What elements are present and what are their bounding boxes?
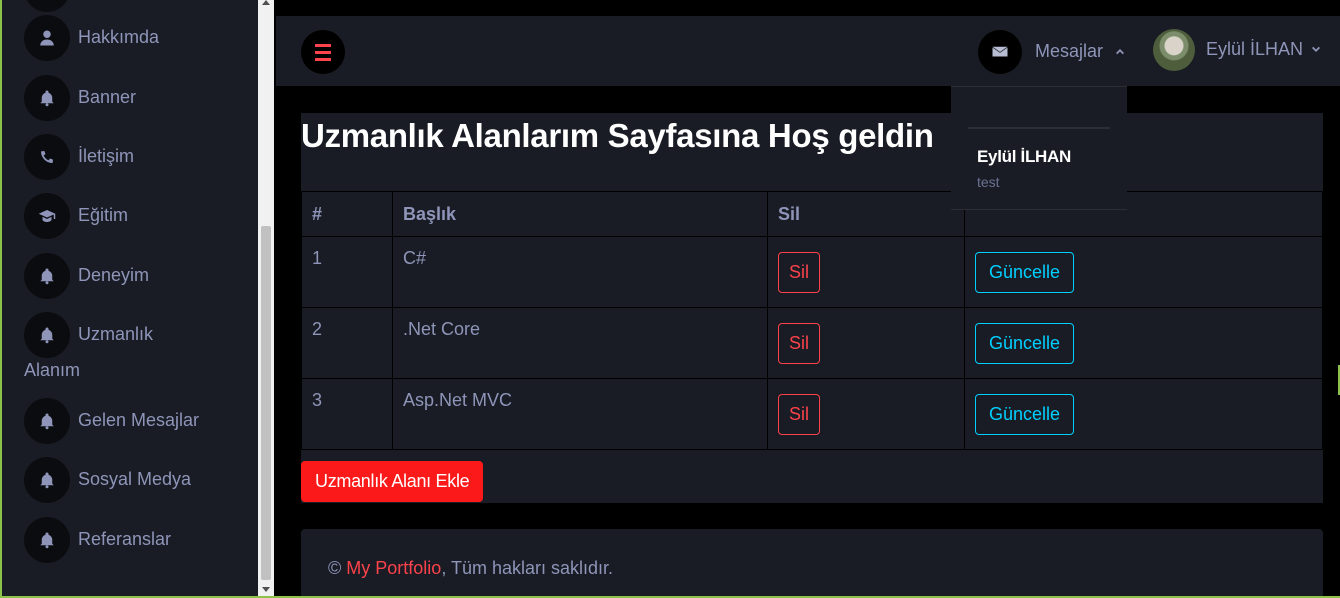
- user-menu-label[interactable]: Eylül İLHAN: [1206, 39, 1303, 60]
- chevron-up-icon[interactable]: [1114, 44, 1126, 62]
- user-icon: [24, 15, 70, 61]
- hamburger-icon: [315, 42, 331, 63]
- scroll-up-arrow-icon[interactable]: [262, 0, 270, 5]
- footer-brand-link[interactable]: My Portfolio: [346, 558, 441, 578]
- footer-text: © My Portfolio, Tüm hakları saklıdır.: [328, 558, 613, 579]
- message-preview: test: [977, 174, 1000, 190]
- bell-icon: [24, 75, 70, 121]
- sidebar-item-label-line2: Alanım: [24, 360, 81, 380]
- bell-icon: [24, 457, 70, 503]
- copyright-symbol: ©: [328, 558, 342, 578]
- messages-dropdown: Eylül İLHAN test: [951, 86, 1127, 210]
- column-header: #: [301, 191, 393, 237]
- update-button[interactable]: Güncelle: [975, 251, 1075, 293]
- scroll-down-arrow-icon[interactable]: [262, 587, 270, 592]
- update-button[interactable]: Güncelle: [975, 322, 1075, 364]
- sidebar: Hakkımda Banner İletişim Eğitim Deneyim …: [2, 0, 258, 596]
- add-expertise-button[interactable]: Uzmanlık Alanı Ekle: [301, 461, 484, 502]
- delete-button[interactable]: Sil: [778, 393, 821, 435]
- column-header: Sil: [767, 191, 965, 237]
- menu-icon-partial: [24, 0, 70, 12]
- bell-icon: [24, 398, 70, 444]
- update-cell: Güncelle: [964, 236, 1323, 308]
- table-row: 2 .Net Core Sil Güncelle: [301, 307, 1323, 379]
- table-row: 1 C# Sil Güncelle: [301, 236, 1323, 308]
- delete-cell: Sil: [767, 307, 965, 379]
- update-button[interactable]: Güncelle: [975, 393, 1075, 435]
- scroll-thumb[interactable]: [261, 226, 271, 580]
- sidebar-item-label: Referanslar: [78, 529, 172, 549]
- footer-rights: , Tüm hakları saklıdır.: [441, 558, 614, 578]
- bell-icon: [24, 312, 70, 358]
- row-title: Asp.Net MVC: [392, 378, 768, 450]
- bell-icon: [24, 517, 70, 563]
- column-header: Başlık: [392, 191, 768, 237]
- graduation-cap-icon: [24, 193, 70, 239]
- row-id: 2: [301, 307, 393, 379]
- content-card: Uzmanlık Alanlarım Sayfasına Hoş geldin …: [301, 113, 1323, 503]
- row-id: 3: [301, 378, 393, 450]
- delete-button[interactable]: Sil: [778, 322, 821, 364]
- sidebar-item-label: Deneyim: [78, 265, 150, 285]
- dropdown-divider: [968, 127, 1110, 129]
- bell-icon: [24, 253, 70, 299]
- sidebar-item-label: Banner: [78, 87, 137, 107]
- sidebar-item-label: Uzmanlık: [78, 324, 154, 344]
- sidebar-item-label: Hakkımda: [78, 27, 160, 47]
- sidebar-item-label: Gelen Mesajlar: [78, 410, 200, 430]
- table-header-row: # Başlık Sil: [301, 191, 1323, 237]
- footer: © My Portfolio, Tüm hakları saklıdır.: [301, 529, 1323, 598]
- row-title: .Net Core: [392, 307, 768, 379]
- expertise-table: # Başlık Sil 1 C# Sil Güncelle 2 .Net Co…: [301, 191, 1323, 450]
- sidebar-item-label: Eğitim: [78, 205, 129, 225]
- delete-button[interactable]: Sil: [778, 251, 821, 293]
- row-id: 1: [301, 236, 393, 308]
- sidebar-item-label: İletişim: [78, 146, 135, 166]
- sidebar-scrollbar[interactable]: [258, 0, 274, 596]
- phone-icon: [24, 134, 70, 180]
- sidebar-item-uzmanlik-alanim[interactable]: Uzmanlık Alanım: [24, 312, 244, 382]
- delete-cell: Sil: [767, 378, 965, 450]
- chevron-down-icon[interactable]: [1310, 43, 1322, 61]
- top-navbar: Mesajlar Eylül İLHAN: [276, 16, 1340, 86]
- messages-dropdown-label[interactable]: Mesajlar: [1035, 41, 1103, 62]
- avatar[interactable]: [1153, 29, 1195, 71]
- table-row: 3 Asp.Net MVC Sil Güncelle: [301, 378, 1323, 450]
- sidebar-item-label: Sosyal Medya: [78, 469, 192, 489]
- delete-cell: Sil: [767, 236, 965, 308]
- page-title: Uzmanlık Alanlarım Sayfasına Hoş geldin: [301, 117, 934, 154]
- message-sender: Eylül İLHAN: [977, 147, 1071, 166]
- menu-toggle-button[interactable]: [301, 30, 345, 74]
- update-cell: Güncelle: [964, 378, 1323, 450]
- update-cell: Güncelle: [964, 307, 1323, 379]
- row-title: C#: [392, 236, 768, 308]
- envelope-icon[interactable]: [978, 30, 1022, 74]
